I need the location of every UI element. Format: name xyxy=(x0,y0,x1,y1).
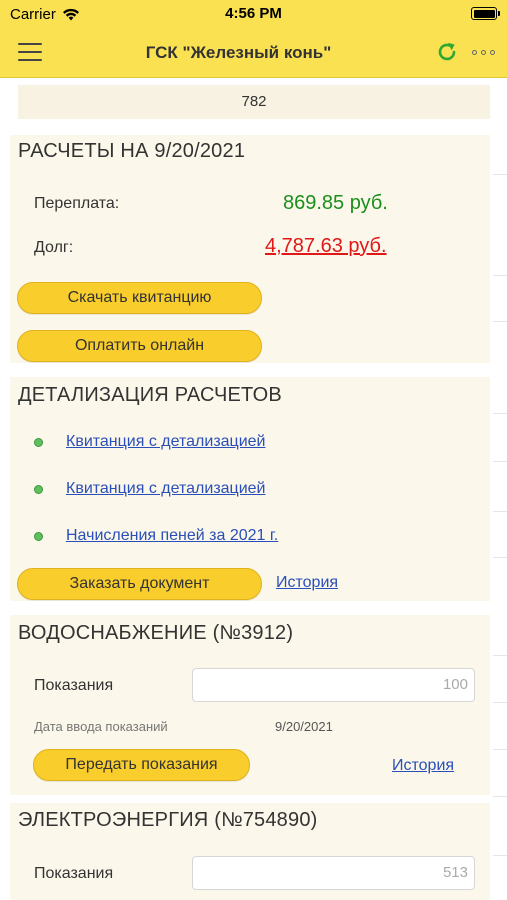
electricity-panel: ЭЛЕКТРОЭНЕРГИЯ (№754890) Показания 513 xyxy=(10,803,490,900)
water-date-value: 9/20/2021 xyxy=(275,719,333,734)
submit-readings-button[interactable]: Передать показания xyxy=(33,749,250,781)
details-history-link[interactable]: История xyxy=(276,574,338,592)
water-history-link[interactable]: История xyxy=(392,757,454,775)
overpay-value: 869.85 руб. xyxy=(283,192,388,214)
download-receipt-button[interactable]: Скачать квитанцию xyxy=(17,282,262,314)
water-reading-label: Показания xyxy=(34,677,114,694)
status-bar: Carrier 4:56 PM xyxy=(0,0,507,28)
order-document-button[interactable]: Заказать документ xyxy=(17,568,262,600)
detail-link[interactable]: Квитанция с детализацией xyxy=(66,480,266,498)
electricity-reading-input[interactable]: 513 xyxy=(192,856,475,890)
list-separators xyxy=(493,79,507,900)
battery-icon xyxy=(471,7,500,20)
water-panel: ВОДОСНАБЖЕНИЕ (№3912) Показания 100 Дата… xyxy=(10,615,490,795)
settlements-title: РАСЧЕТЫ НА 9/20/2021 xyxy=(18,140,246,162)
green-bullet-icon xyxy=(34,531,43,541)
account-number: 782 xyxy=(18,85,490,119)
status-time: 4:56 PM xyxy=(225,5,282,22)
debt-label: Долг: xyxy=(34,239,74,256)
water-title: ВОДОСНАБЖЕНИЕ (№3912) xyxy=(18,622,294,644)
list-item[interactable]: Начисления пеней за 2021 г. xyxy=(34,527,278,545)
more-dots-icon[interactable] xyxy=(472,50,495,55)
water-reading-input[interactable]: 100 xyxy=(192,668,475,702)
page-title: ГСК "Железный конь" xyxy=(145,43,332,62)
list-item[interactable]: Квитанция с детализацией xyxy=(34,433,266,451)
debt-value[interactable]: 4,787.63 руб. xyxy=(265,235,387,258)
nav-bar: ГСК "Железный конь" xyxy=(0,28,507,78)
green-bullet-icon xyxy=(34,437,43,447)
water-date-label: Дата ввода показаний xyxy=(34,719,168,734)
details-panel: ДЕТАЛИЗАЦИЯ РАСЧЕТОВ Квитанция с детализ… xyxy=(10,377,490,601)
pay-online-button[interactable]: Оплатить онлайн xyxy=(17,330,262,362)
list-item[interactable]: Квитанция с детализацией xyxy=(34,480,266,498)
detail-link[interactable]: Квитанция с детализацией xyxy=(66,433,266,451)
main-content: 782 РАСЧЕТЫ НА 9/20/2021 Переплата: 869.… xyxy=(0,79,507,900)
overpay-label: Переплата: xyxy=(34,195,120,212)
hamburger-menu-icon[interactable] xyxy=(18,43,42,61)
green-bullet-icon xyxy=(34,484,43,494)
detail-link[interactable]: Начисления пеней за 2021 г. xyxy=(66,527,278,545)
details-title: ДЕТАЛИЗАЦИЯ РАСЧЕТОВ xyxy=(18,384,282,406)
electricity-reading-label: Показания xyxy=(34,865,114,882)
refresh-icon[interactable] xyxy=(435,40,459,64)
electricity-title: ЭЛЕКТРОЭНЕРГИЯ (№754890) xyxy=(18,809,318,831)
settlements-panel: РАСЧЕТЫ НА 9/20/2021 Переплата: 869.85 р… xyxy=(10,135,490,363)
